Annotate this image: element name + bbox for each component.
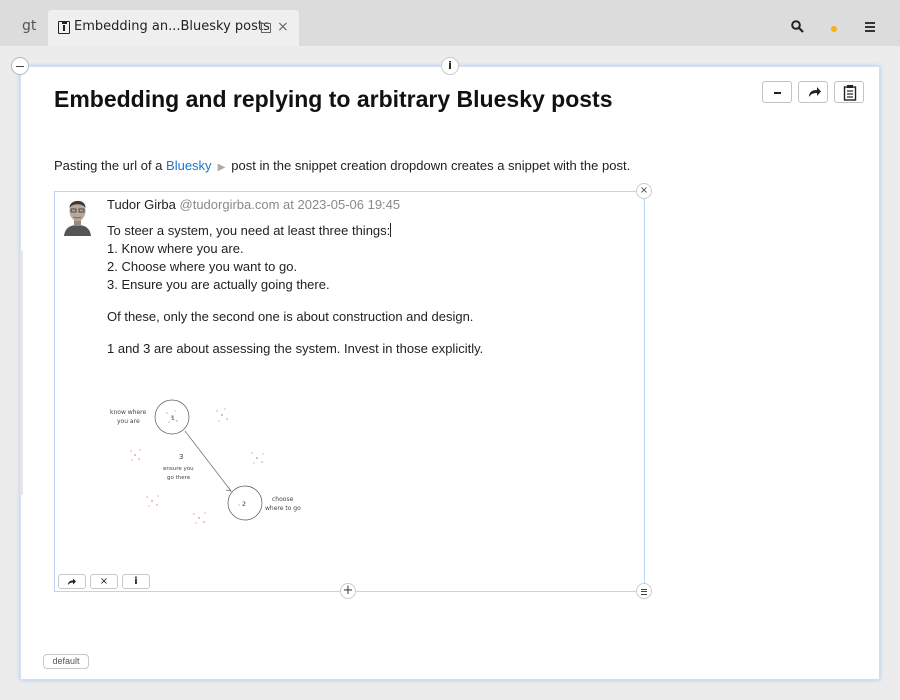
status-dot-icon bbox=[831, 26, 837, 32]
post-line: To steer a system, you need at least thr… bbox=[107, 223, 392, 238]
sketch-label: know where bbox=[110, 409, 146, 416]
collapse-button[interactable] bbox=[11, 57, 29, 75]
intro-text-before: Pasting the url of a bbox=[54, 158, 163, 173]
text-cursor bbox=[390, 223, 392, 237]
sketch-label: where to go bbox=[265, 505, 301, 512]
post-handle-time: @tudorgirba.com at 2023-05-06 19:45 bbox=[179, 197, 401, 212]
avatar bbox=[62, 194, 93, 236]
info-button[interactable]: i bbox=[122, 574, 150, 589]
menu-icon[interactable] bbox=[865, 22, 875, 34]
intro-text-after: post in the snippet creation dropdown cr… bbox=[231, 158, 631, 173]
clipboard-icon bbox=[843, 85, 857, 101]
post-line: 1 and 3 are about assessing the system. … bbox=[107, 341, 484, 356]
search-icon[interactable] bbox=[791, 20, 804, 33]
page-info-button[interactable]: i bbox=[441, 57, 459, 75]
tab-title: Embedding an...Bluesky posts bbox=[74, 19, 270, 34]
sketch-label: go there bbox=[167, 475, 191, 481]
post-image-sketch[interactable]: know where you are 1 3 ensure you go the… bbox=[107, 395, 307, 535]
post-line: 2. Choose where you want to go. bbox=[107, 259, 298, 274]
clipboard-button[interactable] bbox=[834, 81, 864, 103]
expand-triangle-icon[interactable]: ▶ bbox=[218, 162, 226, 173]
sketch-label: you are bbox=[117, 418, 140, 425]
tab-embedding-bluesky[interactable]: Embedding an...Bluesky posts × bbox=[48, 10, 299, 46]
snippet-menu-button[interactable] bbox=[636, 583, 652, 599]
scroll-indicator bbox=[20, 250, 23, 495]
remove-button[interactable]: × bbox=[90, 574, 118, 589]
sketch-label: ensure you bbox=[163, 466, 194, 472]
top-bar: gt Embedding an...Bluesky posts × bbox=[0, 0, 900, 46]
share-arrow-icon bbox=[68, 578, 76, 585]
share-arrow-icon bbox=[809, 87, 821, 97]
page-title: Embedding and replying to arbitrary Blue… bbox=[54, 86, 613, 112]
snippet-close-button[interactable]: × bbox=[636, 183, 652, 199]
maximize-icon[interactable] bbox=[261, 23, 271, 33]
bluesky-link[interactable]: Bluesky bbox=[166, 158, 212, 173]
minimize-button[interactable] bbox=[762, 81, 792, 103]
reply-button[interactable] bbox=[58, 574, 86, 589]
post-author-line: Tudor Girba @tudorgirba.com at 2023-05-0… bbox=[107, 197, 400, 212]
sketch-label: choose bbox=[272, 496, 294, 503]
document-info-icon bbox=[58, 21, 70, 34]
post-line: 3. Ensure you are actually going there. bbox=[107, 277, 330, 292]
post-line: Of these, only the second one is about c… bbox=[107, 309, 474, 324]
gt-logo[interactable]: gt bbox=[22, 18, 36, 34]
default-badge[interactable]: default bbox=[43, 654, 89, 669]
sketch-label: 2 bbox=[242, 501, 246, 508]
sketch-label: 1 bbox=[171, 415, 175, 422]
intro-paragraph: Pasting the url of a Bluesky ▶ post in the… bbox=[54, 158, 630, 173]
sketch-label: 3 bbox=[179, 453, 183, 461]
close-tab-icon[interactable]: × bbox=[277, 18, 289, 36]
post-author[interactable]: Tudor Girba bbox=[107, 197, 176, 212]
share-button[interactable] bbox=[798, 81, 828, 103]
post-line: 1. Know where you are. bbox=[107, 241, 244, 256]
add-snippet-button[interactable]: + bbox=[340, 583, 356, 599]
